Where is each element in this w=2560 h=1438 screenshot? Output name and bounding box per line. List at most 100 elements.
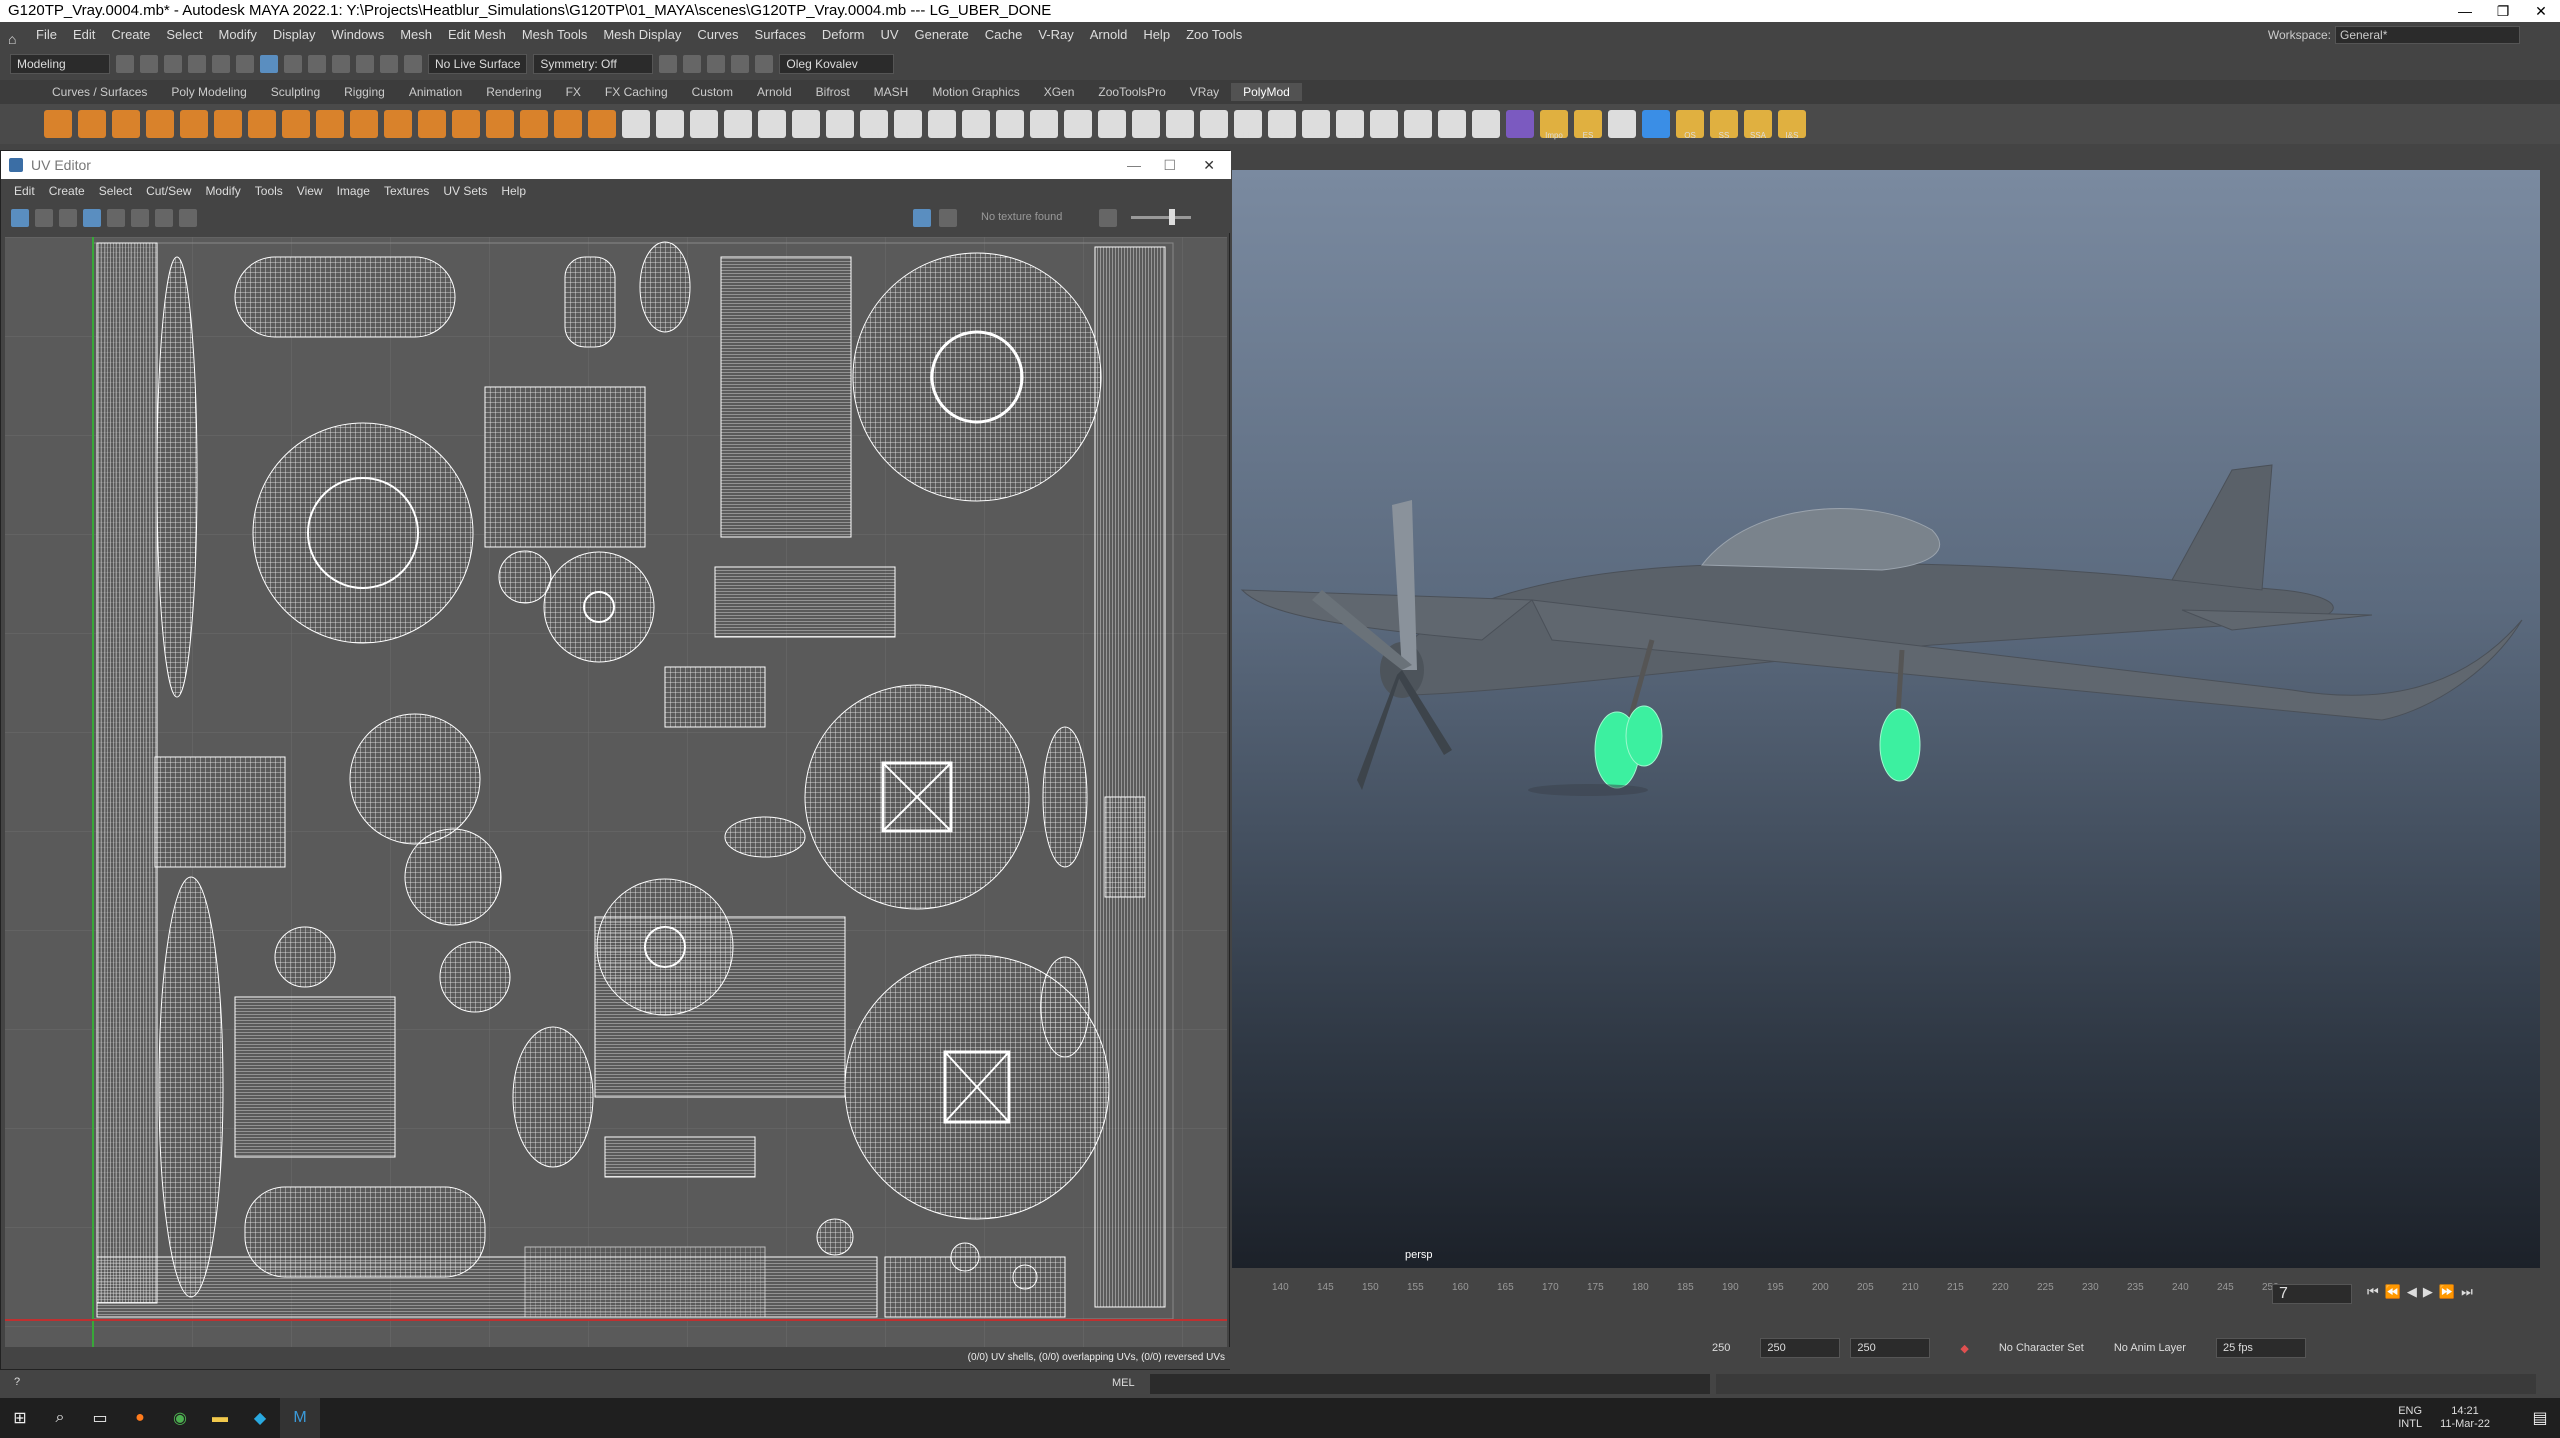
fn-icon[interactable]: FN: [860, 110, 888, 140]
uv-snapshot-icon[interactable]: [179, 209, 197, 227]
t-icon[interactable]: T: [996, 110, 1024, 140]
uv-menu-edit[interactable]: Edit: [7, 184, 42, 198]
save-scene-icon[interactable]: [164, 55, 182, 73]
shelf-tab-motion-graphics[interactable]: Motion Graphics: [920, 83, 1031, 101]
shelf-tab-rendering[interactable]: Rendering: [474, 83, 553, 101]
poly-bridge-icon[interactable]: [520, 110, 548, 138]
open-scene-icon[interactable]: [140, 55, 158, 73]
shelf-tab-animation[interactable]: Animation: [397, 83, 474, 101]
hypershade-shelf-icon[interactable]: Hshd: [1234, 110, 1262, 140]
select-hierarchy-icon[interactable]: [236, 55, 254, 73]
windows-start-icon[interactable]: ⊞: [0, 1398, 40, 1438]
poly-bevel2-icon[interactable]: [588, 110, 616, 138]
task-view-icon[interactable]: ▭: [80, 1398, 120, 1438]
render-view-icon[interactable]: [659, 55, 678, 73]
new-scene-icon[interactable]: [116, 55, 134, 73]
outliner-icon[interactable]: Outl: [1200, 110, 1228, 140]
uv-menu-textures[interactable]: Textures: [377, 184, 436, 198]
multicut-icon[interactable]: [622, 110, 650, 138]
poly-smooth-icon[interactable]: [384, 110, 412, 138]
poly-separate-icon[interactable]: [316, 110, 344, 138]
menu-modify[interactable]: Modify: [211, 22, 265, 48]
uv-close-button[interactable]: ✕: [1203, 151, 1215, 179]
airplane-model[interactable]: [1232, 170, 2540, 1268]
user-dropdown[interactable]: Oleg Kovalev: [779, 54, 895, 74]
shelf-tab-custom[interactable]: Custom: [680, 83, 745, 101]
file-explorer-icon[interactable]: ▬: [200, 1398, 240, 1438]
uv-minimize-button[interactable]: —: [1127, 151, 1141, 179]
uv-checker2-icon[interactable]: [939, 209, 957, 227]
anim-start-field[interactable]: 250: [1760, 1338, 1841, 1358]
poly-disc-icon[interactable]: [248, 110, 276, 138]
uv-shaded-icon[interactable]: [35, 209, 53, 227]
fps-dropdown[interactable]: 25 fps: [2215, 1338, 2306, 1358]
mel-label[interactable]: MEL: [1112, 1377, 1135, 1389]
import-shelf-icon[interactable]: [1404, 110, 1432, 138]
menu-surfaces[interactable]: Surfaces: [747, 22, 814, 48]
perspective-viewport[interactable]: [1232, 170, 2540, 1268]
uv-menu-help[interactable]: Help: [494, 184, 533, 198]
anim-layer-dropdown[interactable]: No Anim Layer: [2114, 1342, 2186, 1354]
current-frame-field[interactable]: 7: [2272, 1284, 2352, 1304]
render-shelf-icon[interactable]: [1438, 110, 1466, 138]
pd-icon[interactable]: PD: [1030, 110, 1058, 140]
redo-icon[interactable]: [212, 55, 230, 73]
snap-grid-icon[interactable]: [308, 55, 326, 73]
uacr-icon[interactable]: [1642, 110, 1670, 138]
es-folder-icon[interactable]: ES: [1574, 110, 1602, 140]
sphere-light-icon[interactable]: [1472, 110, 1500, 138]
shelf-tab-fx[interactable]: FX: [554, 83, 593, 101]
uv-checker-icon[interactable]: [131, 209, 149, 227]
playback-controls[interactable]: ⏮⏪◀▶⏩⏭: [2367, 1284, 2479, 1300]
uv-distortion-icon[interactable]: [59, 209, 77, 227]
uv-editor-titlebar[interactable]: UV Editor — ☐ ✕: [1, 151, 1231, 179]
ess2-icon[interactable]: ESS-2: [1064, 110, 1092, 140]
impo-folder-icon[interactable]: Impo: [1540, 110, 1568, 140]
uv-pixel-snap-icon[interactable]: [107, 209, 125, 227]
menu-mesh-display[interactable]: Mesh Display: [595, 22, 689, 48]
select-component-icon[interactable]: [284, 55, 302, 73]
menu-arnold[interactable]: Arnold: [1082, 22, 1136, 48]
uv-menu-select[interactable]: Select: [92, 184, 139, 198]
range-end-field[interactable]: 250: [1712, 1342, 1730, 1354]
right-gear-wheel[interactable]: [1879, 708, 1921, 782]
poly-cylinder-icon[interactable]: [112, 110, 140, 138]
notification-icon[interactable]: ▤: [2520, 1398, 2560, 1438]
uv-menu-uv-sets[interactable]: UV Sets: [436, 184, 494, 198]
nh-icon[interactable]: NH: [1336, 110, 1364, 140]
snap-point-icon[interactable]: [356, 55, 374, 73]
shelf-tab-poly-modeling[interactable]: Poly Modeling: [159, 83, 258, 101]
render-settings-icon[interactable]: [731, 55, 750, 73]
menu-file[interactable]: File: [28, 22, 65, 48]
cp-icon[interactable]: [724, 110, 752, 138]
language-indicator[interactable]: ENG INTL: [2398, 1405, 2422, 1431]
terrain-icon[interactable]: [1370, 110, 1398, 138]
close-button[interactable]: ✕: [2522, 0, 2560, 22]
is-folder-icon[interactable]: I&S: [1778, 110, 1806, 140]
character-set-dropdown[interactable]: No Character Set: [1999, 1342, 2084, 1354]
menu-vray[interactable]: V-Ray: [1030, 22, 1081, 48]
ipr-render-icon[interactable]: [707, 55, 726, 73]
uv-exposure-icon[interactable]: [1099, 209, 1117, 227]
menu-curves[interactable]: Curves: [689, 22, 746, 48]
poly-combine-icon[interactable]: [282, 110, 310, 138]
ss-folder-icon[interactable]: SS: [1710, 110, 1738, 140]
uv-image-icon[interactable]: [155, 209, 173, 227]
uv-menu-tools[interactable]: Tools: [248, 184, 290, 198]
menu-edit-mesh[interactable]: Edit Mesh: [440, 22, 514, 48]
grid-fill-icon[interactable]: [758, 110, 786, 138]
freeze-transform-icon[interactable]: FT: [1302, 110, 1330, 140]
cube-wire-icon[interactable]: [792, 110, 820, 138]
ns-icon[interactable]: NS: [894, 110, 922, 140]
menu-deform[interactable]: Deform: [814, 22, 873, 48]
menu-help[interactable]: Help: [1135, 22, 1178, 48]
uv-texture-toggle-icon[interactable]: [913, 209, 931, 227]
shelf-tab-fx-caching[interactable]: FX Caching: [593, 83, 680, 101]
shelf-tab-xgen[interactable]: XGen: [1032, 83, 1087, 101]
uv-menu-view[interactable]: View: [290, 184, 330, 198]
ute-icon[interactable]: UTE: [1166, 110, 1194, 140]
shelf-tab-sculpting[interactable]: Sculpting: [259, 83, 332, 101]
poly-cube-icon[interactable]: [78, 110, 106, 138]
poly-cone-icon[interactable]: [146, 110, 174, 138]
graph-editor-icon[interactable]: GE: [1268, 110, 1296, 140]
